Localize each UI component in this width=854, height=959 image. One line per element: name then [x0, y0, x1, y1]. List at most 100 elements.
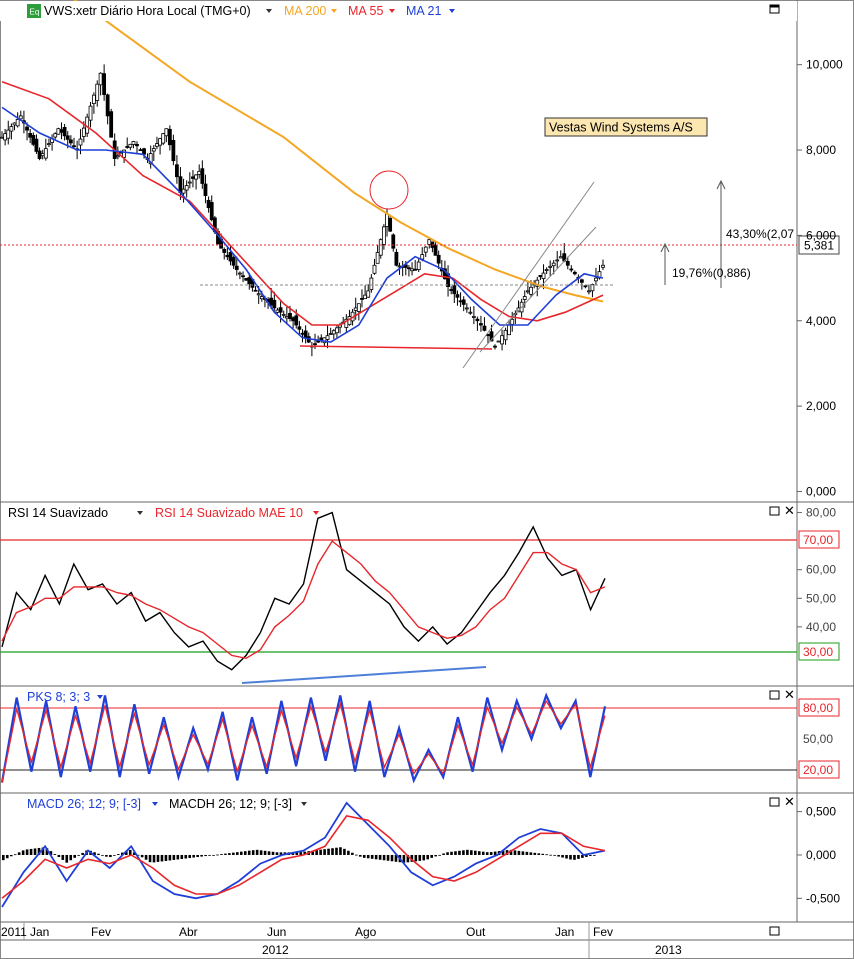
price-candle: [391, 234, 396, 249]
price-candle: [594, 277, 598, 282]
price-candle: [416, 261, 421, 270]
macd-label[interactable]: MACD 26; 12; 9; [-3]: [27, 797, 141, 811]
macd-histogram-bar: [573, 854, 576, 860]
pks-level-20-value: 20,00: [803, 763, 833, 777]
price-candle: [225, 254, 230, 258]
macd-histogram-bar: [454, 851, 457, 855]
macd-histogram-bar: [474, 850, 477, 855]
price-candle: [583, 285, 588, 288]
macd-histogram-bar: [160, 854, 164, 862]
macd-histogram-bar: [208, 854, 211, 856]
macd-histogram-bar: [355, 854, 358, 856]
price-candle: [56, 128, 61, 135]
macd-histogram-bar: [5, 854, 9, 859]
macdh-label[interactable]: MACDH 26; 12; 9; [-3]: [169, 797, 292, 811]
price-candle: [237, 272, 242, 275]
macd-histogram-bar: [73, 854, 76, 858]
price-candle: [284, 316, 289, 319]
macd-histogram-bar: [541, 853, 545, 855]
price-candle: [291, 317, 296, 322]
ma55-label[interactable]: MA 55: [348, 4, 383, 18]
macd-histogram-bar: [446, 852, 449, 855]
price-candle: [331, 330, 336, 335]
macd-histogram-bar: [61, 854, 65, 860]
close-icon[interactable]: ✕: [784, 794, 795, 809]
macd-histogram-bar: [168, 854, 172, 861]
macd-histogram-bar: [251, 850, 255, 855]
price-candle: [565, 260, 570, 266]
price-candle: [81, 127, 86, 137]
macd-histogram-bar: [204, 854, 207, 857]
price-candle: [353, 307, 358, 311]
macd-histogram-bar: [470, 850, 473, 855]
macd-histogram-bar: [172, 854, 176, 860]
price-candle: [18, 115, 23, 120]
macd-histogram-bar: [569, 854, 572, 860]
price-candle: [522, 296, 527, 300]
close-icon[interactable]: ✕: [784, 503, 795, 518]
macd-histogram-bar: [255, 849, 259, 855]
price-candle: [151, 148, 156, 152]
price-candle: [394, 251, 399, 266]
macd-histogram-bar: [358, 854, 362, 857]
macd-histogram-bar: [362, 854, 366, 858]
price-candle: [164, 128, 169, 137]
price-candle: [131, 141, 136, 145]
price-candle: [62, 126, 67, 137]
macd-histogram-bar: [481, 851, 485, 855]
chart-canvas: Vestas Wind Systems A/S 43,30%(2,07 19,7…: [0, 0, 854, 959]
rsi-mae-label[interactable]: RSI 14 Suavizado MAE 10: [155, 506, 303, 520]
price-candle: [407, 267, 411, 270]
price-candle: [558, 256, 563, 259]
macd-histogram-bar: [156, 854, 160, 862]
rsi-label[interactable]: RSI 14 Suavizado: [8, 506, 108, 520]
macd-histogram-bar: [521, 851, 525, 855]
price-candle: [541, 272, 546, 280]
price-candle: [496, 340, 501, 343]
time-label-2011: 2011: [1, 925, 27, 939]
macd-tick-label: 0,500: [806, 805, 836, 819]
time-label-fev: Fev: [91, 925, 111, 939]
price-candle: [175, 164, 179, 178]
price-candle: [6, 129, 11, 139]
symbol-title[interactable]: VWS:xetr Diário Hora Local (TMG+0): [44, 4, 251, 18]
price-candle: [569, 268, 574, 271]
price-candle: [360, 297, 364, 300]
price-candle: [203, 183, 208, 196]
macd-histogram-bar: [485, 852, 489, 855]
macd-histogram-bar: [247, 850, 251, 855]
macd-histogram-bar: [549, 854, 552, 856]
macd-histogram-bar: [263, 850, 267, 855]
pks-label[interactable]: PKS 8; 3; 3: [27, 690, 90, 704]
macd-histogram-bar: [2, 854, 5, 861]
macd-histogram-bar: [374, 854, 378, 860]
price-candle: [303, 330, 308, 339]
pct-up-label: 43,30%(2,07: [726, 227, 794, 241]
price-candle: [105, 94, 110, 117]
price-candle: [253, 289, 258, 292]
price-candle: [449, 289, 454, 291]
macd-histogram-bar: [517, 850, 521, 855]
price-candle: [366, 290, 371, 298]
eq-badge-text: Eq: [30, 8, 40, 17]
price-candle: [436, 254, 441, 264]
close-icon[interactable]: ✕: [784, 687, 795, 702]
price-candle: [363, 294, 368, 300]
price-candle: [31, 134, 36, 145]
ma200-label[interactable]: MA 200: [284, 4, 326, 18]
price-candle: [12, 122, 17, 126]
price-candle: [9, 126, 14, 132]
ma21-label[interactable]: MA 21: [406, 4, 441, 18]
price-candle: [427, 239, 432, 245]
price-candle: [510, 318, 515, 325]
price-candle: [47, 143, 51, 146]
macd-histogram-bar: [57, 854, 61, 858]
price-candle: [464, 307, 469, 310]
price-tick-label: 0,000: [806, 484, 836, 498]
price-candle: [231, 257, 236, 266]
price-candle: [572, 271, 577, 275]
macd-histogram-bar: [25, 849, 29, 855]
price-candle: [325, 335, 330, 340]
macd-histogram-bar: [565, 854, 568, 859]
price-candle: [375, 252, 380, 264]
